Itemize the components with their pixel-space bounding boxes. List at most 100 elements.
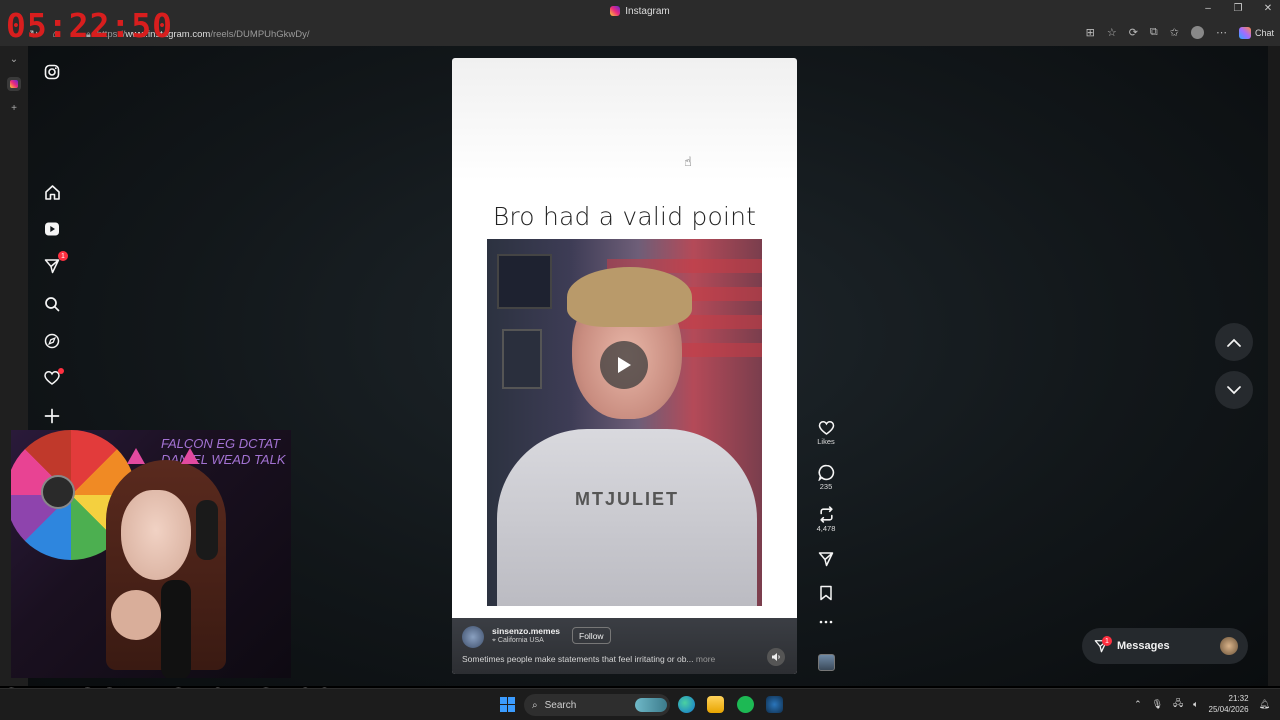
windows-start-icon[interactable] [500,697,515,712]
save-button[interactable] [810,585,842,601]
notification-dot [58,368,64,374]
url-path: /reels/DUMPUhGkwDy/ [210,28,310,40]
taskbar-search-placeholder: Search [544,699,577,711]
mute-button[interactable] [767,648,785,666]
reposts-count: 4,478 [816,524,836,533]
streamer-face [121,490,191,580]
author-location[interactable]: ⌖ California USA [492,637,544,645]
shirt-print-text: MTJULIET [575,489,679,509]
new-tab-icon[interactable]: + [11,103,17,114]
more-options-button[interactable] [810,620,842,624]
instagram-favicon-icon [610,6,621,16]
spotify-icon[interactable] [737,696,754,713]
windows-taskbar: ⌕ Search ⌃ 🎙︎ 🖧︎ 🔈︎ 21:32 25/04/2026 🔔︎ [0,688,1280,720]
browser-toolbar: ⊞ ☆ ⟳ ⧉ ✩ ⋯ Chat [1086,26,1274,39]
favorite-star-icon[interactable]: ☆ [1107,26,1117,39]
previous-reel-button[interactable] [1215,323,1253,361]
more-menu-icon[interactable]: ⋯ [1216,26,1227,39]
wall-frame [497,254,552,309]
copilot-icon [1238,26,1251,39]
share-button[interactable] [810,551,842,567]
tray-expand-icon[interactable]: ⌃ [1134,699,1142,710]
author-username[interactable]: sinsenzo.memes [492,626,560,636]
audio-thumbnail[interactable] [810,654,842,671]
window-title: Instagram [625,5,670,17]
heart-icon [818,421,834,435]
message-contact-avatar [1220,637,1238,655]
edge-browser-icon[interactable] [678,696,695,713]
browser-titlebar: Instagram – ❐ ✕ [0,0,1280,22]
home-nav-icon[interactable] [40,180,64,204]
notifications-heart-icon[interactable] [40,366,64,390]
play-button[interactable] [600,341,648,389]
speaker-icon [772,653,780,661]
bookmark-icon [820,585,832,601]
hand-cursor-icon: ☝︎ [684,154,692,169]
like-button[interactable]: Likes [810,420,842,446]
restore-icon[interactable]: ❐ [1232,3,1244,14]
profile-icon[interactable] [1190,26,1204,39]
more-dots-icon [819,620,833,624]
search-highlight-image [635,698,667,712]
chevron-down-icon [1227,385,1241,394]
play-icon [618,357,631,373]
reel-description: Sometimes people make statements that fe… [462,654,715,664]
microphone [161,580,191,678]
copilot-chat-button[interactable]: Chat [1238,26,1274,39]
wall-frame [502,329,542,389]
notification-badge: 1 [58,251,68,261]
chevron-down-icon[interactable]: ⌄ [10,54,18,65]
author-avatar[interactable] [462,626,484,648]
location-text: California USA [497,637,544,644]
webcam-overlay: FALCON EG DCTAT DANIEL WEAD TALK [11,430,291,678]
reel-caption: Bro had a valid point [492,202,757,231]
streamer-hand [111,590,161,640]
extensions-icon[interactable]: ⟳ [1129,26,1138,39]
clock-time: 21:32 [1228,694,1249,703]
window-controls: – ❐ ✕ [1202,3,1274,14]
cat-ears [119,448,209,468]
video-person-hair [567,267,692,327]
taskbar-clock[interactable]: 21:32 25/04/2026 [1209,693,1249,715]
search-icon[interactable] [40,292,64,316]
next-reel-button[interactable] [1215,371,1253,409]
headset [196,500,218,560]
spin-wheel-center [41,475,75,509]
close-icon[interactable]: ✕ [1262,3,1274,14]
explore-compass-icon[interactable] [40,329,64,353]
file-explorer-icon[interactable] [707,696,724,713]
microphone-icon[interactable]: 🎙︎ [1152,699,1163,710]
comment-button[interactable]: 235 [810,464,842,491]
reel-video[interactable]: MTJULIET [487,239,762,606]
system-tray: ⌃ 🎙︎ 🖧︎ 🔈︎ 21:32 25/04/2026 🔔︎ [1134,693,1270,715]
comment-icon [817,464,834,481]
follow-button[interactable]: Follow [572,627,611,644]
instagram-logo-icon[interactable] [40,60,64,84]
reel-card[interactable]: Bro had a valid point MTJULIET sinsenzo.… [452,58,797,674]
network-icon[interactable]: 🖧︎ [1173,696,1183,712]
minimize-icon[interactable]: – [1202,3,1214,14]
share-icon [818,552,834,567]
volume-icon[interactable]: 🔈︎ [1193,699,1198,710]
clock-date: 25/04/2026 [1208,705,1249,714]
page-scrollbar[interactable] [1268,46,1280,686]
split-screen-icon[interactable]: ⊞ [1086,26,1095,39]
messages-button[interactable]: 1 Messages [1082,628,1248,664]
more-link[interactable]: more [696,654,715,664]
reel-footer: sinsenzo.memes ⌖ California USA Follow S… [452,618,797,674]
chat-label: Chat [1254,27,1274,38]
video-person-shirt: MTJULIET [497,429,757,606]
reels-nav-icon[interactable] [40,217,64,241]
comments-count: 235 [819,482,833,491]
search-icon: ⌕ [532,699,538,711]
notifications-bell-icon[interactable]: 🔔︎ [1259,699,1270,710]
description-text: Sometimes people make statements that fe… [462,654,694,664]
repost-button[interactable]: 4,478 [810,506,842,533]
taskbar-search[interactable]: ⌕ Search [524,694,670,716]
create-plus-icon[interactable] [40,404,64,428]
favorites-icon[interactable]: ✩ [1170,26,1179,39]
direct-messages-nav-icon[interactable]: 1 [40,251,68,278]
instagram-tab[interactable] [7,77,21,91]
steam-icon[interactable] [766,696,783,713]
collections-icon[interactable]: ⧉ [1150,26,1158,39]
